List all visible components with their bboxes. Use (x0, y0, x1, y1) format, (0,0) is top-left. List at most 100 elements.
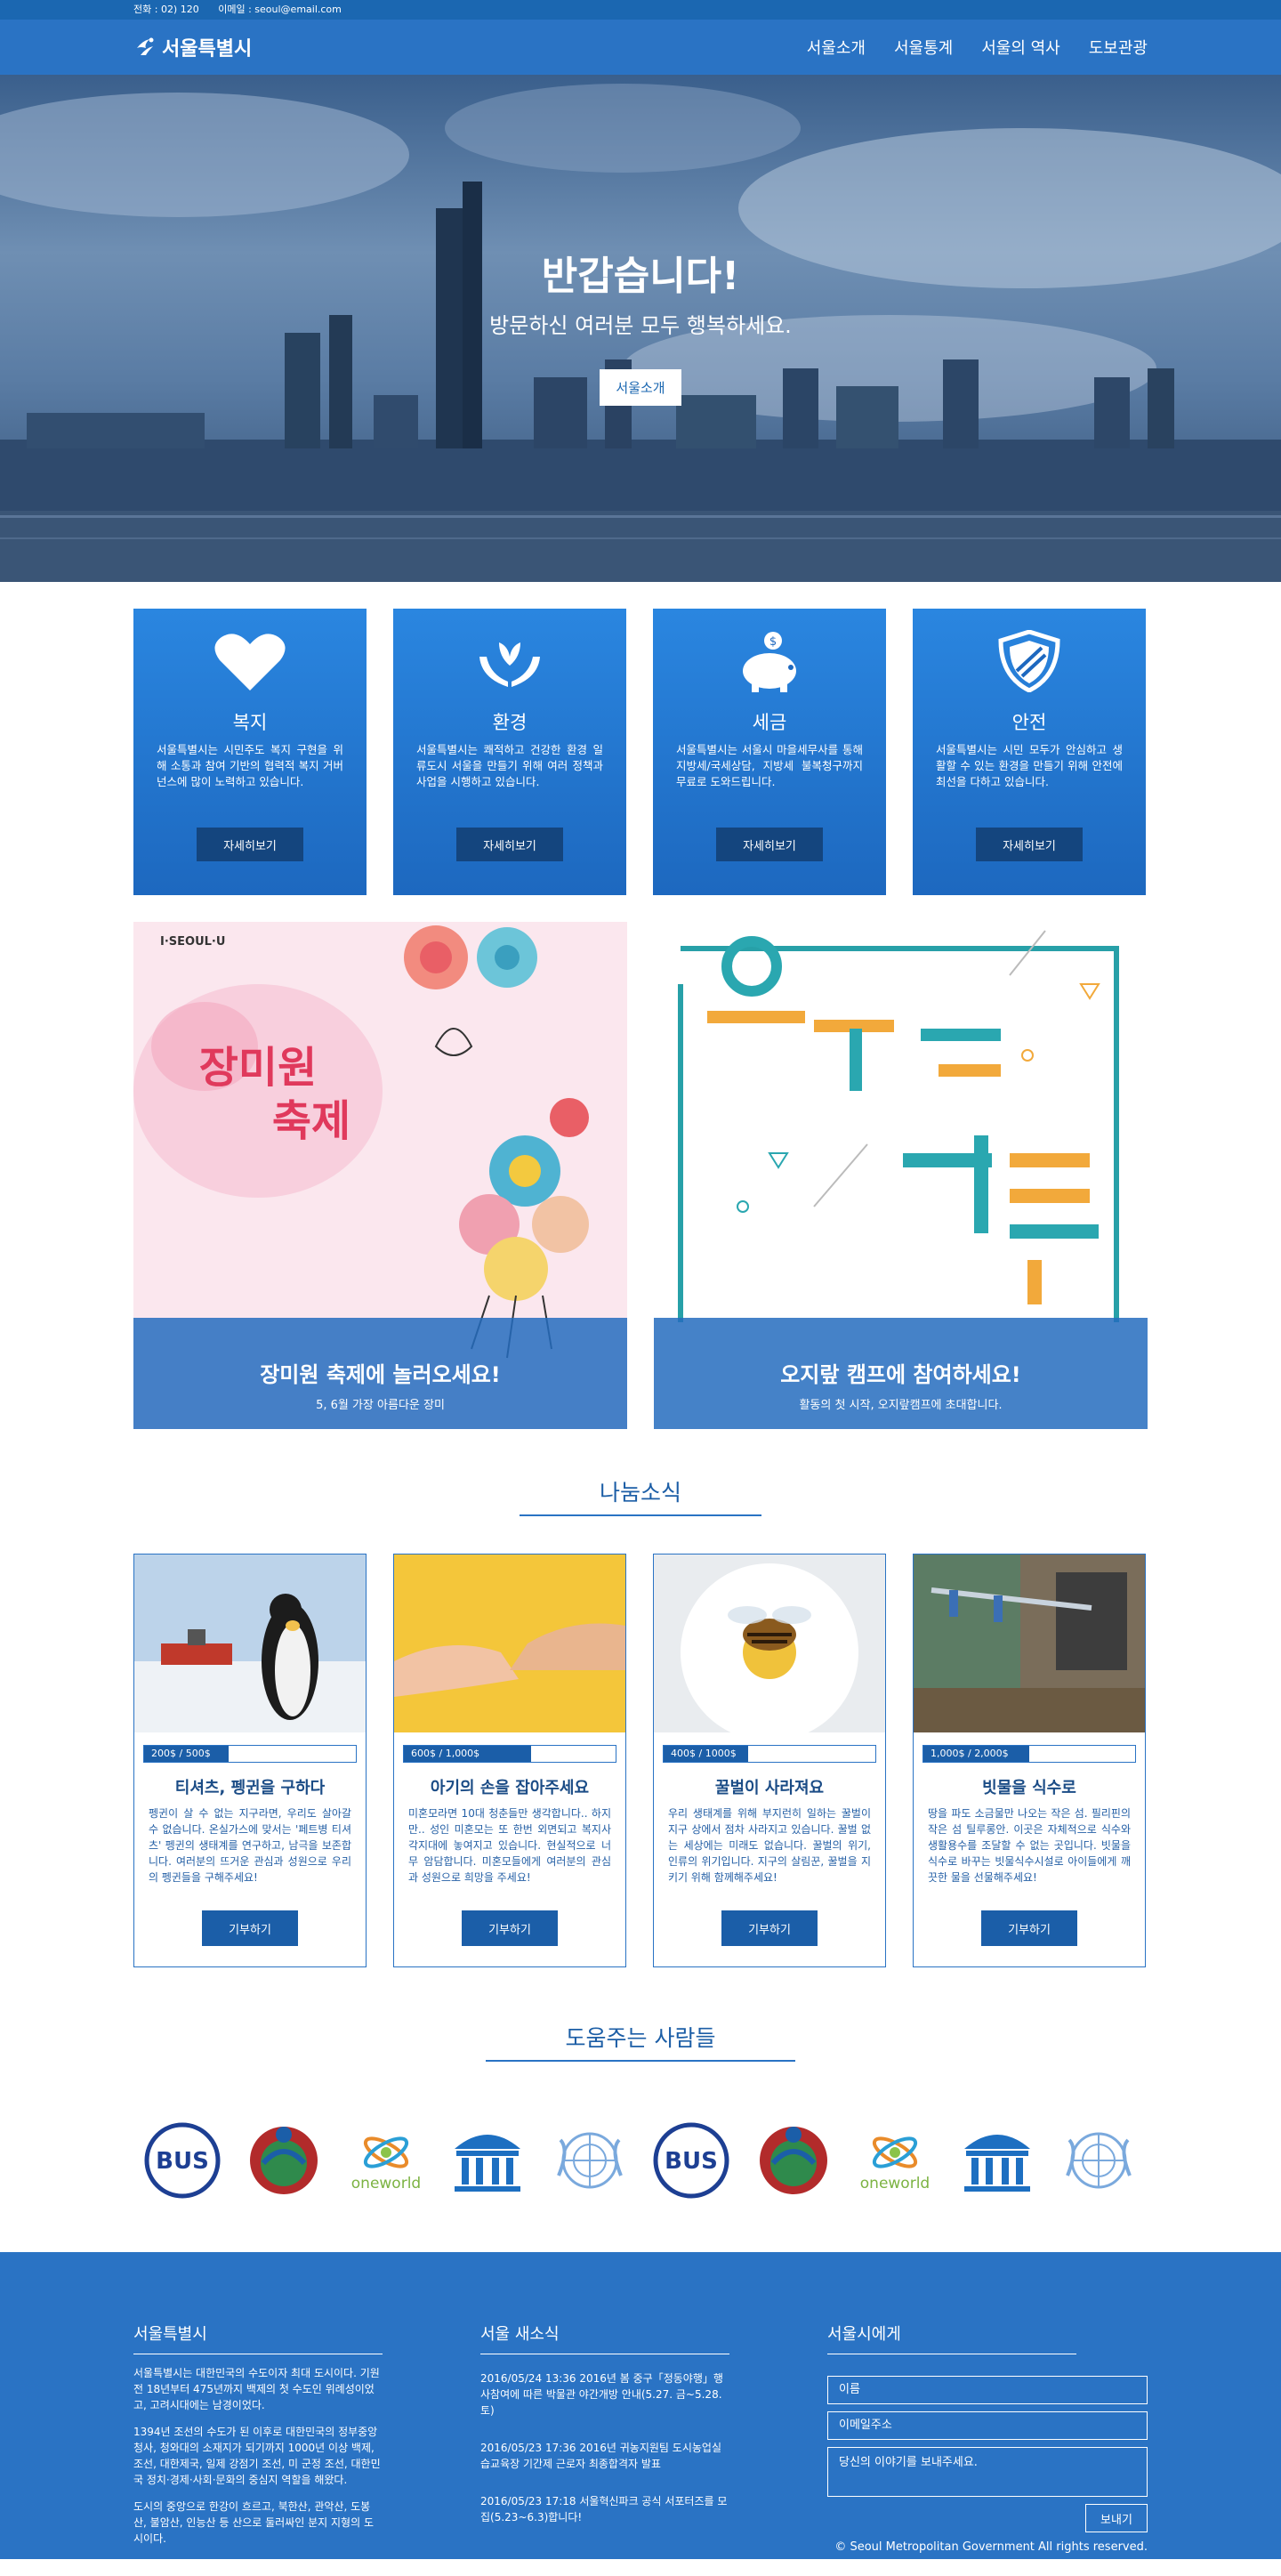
sharing-section-title: 나눔소식 (0, 1475, 1281, 1516)
donation-progress-bar: 200$ / 500$ (143, 1745, 357, 1763)
service-text: 서울특별시는 쾌적하고 건강한 환경 일류도시 서울을 만들기 위해 여러 정책… (416, 743, 603, 788)
welfare-more-button[interactable]: 자세히보기 (197, 828, 303, 861)
service-card-welfare: 복지 서울특별시는 시민주도 복지 구현을 위해 소통과 참여 기반의 협력적 … (133, 609, 367, 895)
message-textarea[interactable]: 당신의 이야기를 보내주세요. (827, 2447, 1148, 2497)
promo-section: I·SEOUL·U 장미원 축제 장미원 축제에 놀러오세요! 5, 6월 가장… (0, 895, 1281, 1429)
nav-item-statistics[interactable]: 서울통계 (894, 36, 953, 59)
library-logo[interactable] (447, 2120, 528, 2201)
cause-title: 꿀벌이 사라져요 (714, 1779, 825, 1797)
hero-banner: 반갑습니다! 방문하신 여러분 모두 행복하세요. 서울소개 (0, 75, 1281, 582)
service-text: 서울특별시는 시민주도 복지 구현을 위해 소통과 참여 기반의 협력적 복지 … (157, 743, 343, 788)
sharing-causes: 200$ / 500$ 티셔츠, 펭귄을 구하다 펭귄이 살 수 없는 지구라면… (0, 1516, 1281, 1967)
service-title: 세금 (752, 712, 787, 733)
donation-progress-bar: 600$ / 1,000$ (403, 1745, 616, 1763)
safety-more-button[interactable]: 자세히보기 (976, 828, 1083, 861)
cause-title: 아기의 손을 잡아주세요 (430, 1779, 590, 1797)
hero-title: 반갑습니다! (541, 254, 740, 299)
svg-text:BUS: BUS (665, 2148, 718, 2175)
cause-text: 땅을 파도 소금물만 나오는 작은 섬. 필리핀의 작은 섬 틸루롱안. 이곳은… (928, 1807, 1131, 1884)
donate-button[interactable]: 기부하기 (721, 1910, 818, 1946)
svg-text:축제: 축제 (272, 1096, 350, 1146)
nav-menu: 서울소개 서울통계 서울의 역사 도보관광 (807, 36, 1148, 59)
email-text: 이메일 : seoul@email.com (218, 4, 342, 15)
promo-rose-festival[interactable]: I·SEOUL·U 장미원 축제 장미원 축제에 놀러오세요! 5, 6월 가장… (133, 922, 627, 1429)
helpers-section-title: 도움주는 사람들 (0, 2021, 1281, 2062)
promo-caption: 오지랖 캠프에 참여하세요! 활동의 첫 시작, 오지랖캠프에 초대합니다. (654, 1318, 1148, 1429)
donate-button[interactable]: 기부하기 (462, 1910, 558, 1946)
hero-content: 반갑습니다! 방문하신 여러분 모두 행복하세요. 서울소개 (0, 244, 1281, 406)
hero-intro-button[interactable]: 서울소개 (600, 369, 681, 406)
cause-text: 우리 생태계를 위해 부지런히 일하는 꿀벌이 지구 상에서 점차 사라지고 있… (668, 1807, 871, 1884)
service-title: 복지 (232, 712, 268, 733)
nav-item-intro[interactable]: 서울소개 (807, 36, 866, 59)
main-navbar: 서울특별시 서울소개 서울통계 서울의 역사 도보관광 (0, 20, 1281, 75)
shield-icon (998, 630, 1060, 692)
service-card-tax: $ 세금 서울특별시는 서울시 마을세무사를 통해 지방세/국세상담, 지방세 … (653, 609, 886, 895)
cause-text: 펭귄이 살 수 없는 지구라면, 우리도 살아갈 수 없습니다. 온실가스에 맞… (149, 1807, 351, 1884)
services-section: 복지 서울특별시는 시민주도 복지 구현을 위해 소통과 참여 기반의 협력적 … (0, 582, 1281, 895)
cause-card-rainwater: 1,000$ / 2,000$ 빗물을 식수로 땅을 파도 소금물만 나오는 작… (913, 1554, 1146, 1967)
iseoulu-brand: I·SEOUL·U (160, 935, 225, 949)
name-input[interactable]: 이름 (827, 2376, 1148, 2404)
promo-title: 오지랖 캠프에 참여하세요! (780, 1362, 1021, 1387)
nav-item-walking-tour[interactable]: 도보관광 (1089, 36, 1148, 59)
rainwater-image (914, 1554, 1145, 1732)
library-logo[interactable] (957, 2120, 1037, 2201)
cause-card-bee: 400$ / 1000$ 꿀벌이 사라져요 우리 생태계를 위해 부지런히 일하… (653, 1554, 886, 1967)
wikimedia-logo[interactable] (244, 2120, 324, 2201)
cause-title: 티셔츠, 펭귄을 구하다 (174, 1779, 326, 1797)
site-footer: 서울특별시 서울특별시는 대한민국의 수도이자 최대 도시이다. 기원전 18년… (0, 2252, 1281, 2559)
seoul-logo-icon (137, 37, 154, 55)
footer-about-text: 1394년 조선의 수도가 된 이후로 대한민국의 정부중앙청사, 청와대의 소… (133, 2426, 381, 2486)
service-card-environment: 환경 서울특별시는 쾌적하고 건강한 환경 일류도시 서울을 만들기 위해 여러… (393, 609, 626, 895)
footer-contact-form: 서울시에게 이름 이메일주소 당신의 이야기를 보내주세요. 보내기 (827, 2322, 1148, 2559)
news-item[interactable]: 2016/05/23 17:18 서울혁신파크 공식 서포터즈를 모집(5.23… (480, 2493, 729, 2525)
tax-more-button[interactable]: 자세히보기 (716, 828, 823, 861)
penguin-image (134, 1554, 366, 1732)
phone-text: 전화 : 02) 120 (133, 4, 199, 15)
svg-text:$: $ (769, 635, 777, 649)
logo-text: 서울특별시 (162, 38, 253, 61)
donate-button[interactable]: 기부하기 (981, 1910, 1077, 1946)
promo-ojirap-camp[interactable]: 오지랖 캠프에 참여하세요! 활동의 첫 시작, 오지랖캠프에 초대합니다. (654, 922, 1148, 1429)
svg-text:BUS: BUS (156, 2148, 209, 2175)
email-input[interactable]: 이메일주소 (827, 2411, 1148, 2440)
bee-image (654, 1554, 885, 1732)
send-button[interactable]: 보내기 (1085, 2504, 1148, 2532)
promo-title: 장미원 축제에 놀러오세요! (260, 1362, 501, 1387)
footer-news-title: 서울 새소식 (480, 2322, 729, 2354)
svg-text:oneworld: oneworld (351, 2175, 421, 2192)
cause-card-baby-hand: 600$ / 1,000$ 아기의 손을 잡아주세요 미혼모라면 10대 청춘들… (393, 1554, 626, 1967)
oneworld-logo[interactable]: oneworld (346, 2120, 426, 2201)
bus-logo[interactable]: BUS (142, 2120, 222, 2201)
piggy-bank-icon: $ (743, 632, 796, 692)
footer-about-title: 서울특별시 (133, 2322, 383, 2354)
wikimedia-logo[interactable] (753, 2120, 834, 2201)
site-logo[interactable]: 서울특별시 (133, 33, 252, 61)
svg-text:장미원: 장미원 (199, 1043, 317, 1093)
cause-card-penguin: 200$ / 500$ 티셔츠, 펭귄을 구하다 펭귄이 살 수 없는 지구라면… (133, 1554, 367, 1967)
heart-icon (214, 634, 286, 690)
un-logo[interactable] (550, 2120, 630, 2201)
donate-button[interactable]: 기부하기 (202, 1910, 298, 1946)
copyright-text: © Seoul Metropolitan Government All righ… (834, 2540, 1148, 2554)
service-title: 환경 (492, 712, 528, 733)
footer-news: 서울 새소식 2016/05/24 13:36 2016년 봄 중구「정동야행」… (480, 2322, 729, 2559)
un-logo[interactable] (1059, 2120, 1139, 2201)
news-item[interactable]: 2016/05/24 13:36 2016년 봄 중구「정동야행」행사참여에 따… (480, 2370, 729, 2419)
donation-progress-bar: 1,000$ / 2,000$ (922, 1745, 1136, 1763)
environment-more-button[interactable]: 자세히보기 (456, 828, 563, 861)
nav-item-history[interactable]: 서울의 역사 (981, 36, 1060, 59)
svg-text:oneworld: oneworld (860, 2175, 930, 2192)
footer-contact-title: 서울시에게 (827, 2322, 1076, 2354)
promo-caption: 장미원 축제에 놀러오세요! 5, 6월 가장 아름다운 장미 (133, 1318, 627, 1429)
footer-about-text: 도시의 중앙으로 한강이 흐르고, 북한산, 관악산, 도봉산, 불암산, 인능… (133, 2500, 374, 2545)
cause-title: 빗물을 식수로 (982, 1779, 1076, 1797)
service-card-safety: 안전 서울특별시는 시민 모두가 안심하고 생활할 수 있는 환경을 만들기 위… (913, 609, 1146, 895)
partner-logos: BUS oneworld BUS oneworld (0, 2062, 1281, 2213)
news-item[interactable]: 2016/05/23 17:36 2016년 귀농지원팀 도시농업실습교육장 기… (480, 2440, 729, 2472)
promo-subtitle: 5, 6월 가장 아름다운 장미 (316, 1399, 445, 1412)
news-list: 2016/05/24 13:36 2016년 봄 중구「정동야행」행사참여에 따… (480, 2370, 729, 2525)
bus-logo[interactable]: BUS (651, 2120, 731, 2201)
oneworld-logo[interactable]: oneworld (855, 2120, 935, 2201)
